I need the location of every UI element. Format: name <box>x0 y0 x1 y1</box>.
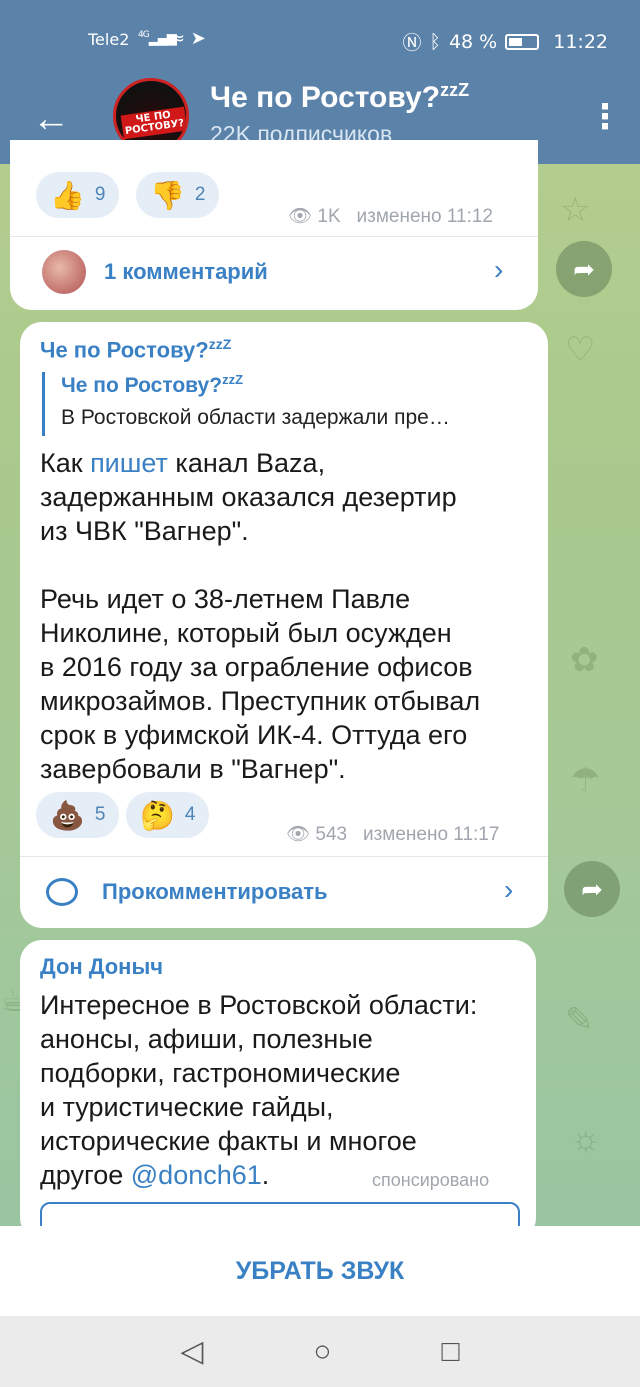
message-bubble-post2: Че по Ростову?zzZ Че по Ростову?zzZ В Ро… <box>20 322 548 928</box>
comment-button[interactable]: Прокомментировать <box>46 870 328 914</box>
reaction-count: 5 <box>94 804 106 825</box>
poop-emoji-icon: 💩 <box>50 799 85 831</box>
wallpaper-doodle: ♡ <box>565 331 596 369</box>
sponsor-name[interactable]: Дон Доныч <box>40 954 163 980</box>
sender-label: Че по Ростову? <box>40 337 209 363</box>
reply-preview: В Ростовской области задержали пре… <box>61 406 450 429</box>
sponsored-bubble: Дон Доныч Интересное в Ростовской област… <box>20 940 536 1242</box>
arrow-left-icon: ← <box>32 98 70 140</box>
sponsored-label: спонсировано <box>372 1170 490 1190</box>
reply-author-suffix: zzZ <box>222 372 244 387</box>
reaction-count: 9 <box>94 184 106 205</box>
thumbs-up-icon: 👍 <box>50 179 85 211</box>
forward-button[interactable]: ➦ <box>564 861 620 917</box>
channel-suffix: zzZ <box>440 80 470 100</box>
reaction-thumbs-up[interactable]: 👍 9 <box>36 172 120 218</box>
forward-icon: ➦ <box>581 873 603 904</box>
reply-author-label: Че по Ростову? <box>61 374 223 397</box>
more-vertical-icon: ⋮ <box>588 98 622 136</box>
reaction-count: 2 <box>194 184 206 205</box>
sender-name[interactable]: Че по Ростову?zzZ <box>40 336 231 363</box>
edited-time: изменено 11:17 <box>362 824 500 845</box>
wallpaper-doodle: ✎ <box>565 1001 594 1039</box>
wallpaper-doodle: ☼ <box>570 1120 602 1158</box>
network-type: 4G <box>138 30 150 40</box>
source-link[interactable]: пишет <box>90 448 168 478</box>
message-bubble-post1: 👍 9 👎 2 👁 1K изменено 11:12 1 комментари… <box>10 140 538 310</box>
bluetooth-icon: ᛒ <box>429 30 441 53</box>
reaction-count: 4 <box>184 804 196 825</box>
comment-label: Прокомментировать <box>102 879 328 904</box>
comment-bubble-icon <box>46 878 78 906</box>
reaction-poop[interactable]: 💩 5 <box>36 792 120 838</box>
avatar-logo-text: ЧЕ ПО РОСТОВУ? <box>120 106 186 140</box>
divider <box>10 236 538 237</box>
sponsored-text: Интересное в Ростовской области: анонсы,… <box>40 988 530 1192</box>
reaction-thumbs-down[interactable]: 👎 2 <box>136 172 220 218</box>
mention-link[interactable]: @donch61 <box>131 1160 262 1190</box>
forwarded-reply[interactable]: Че по Ростову?zzZ В Ростовской области з… <box>42 372 450 436</box>
system-nav-bar: ◁ ○ □ <box>0 1316 640 1387</box>
message-meta: 👁 543 изменено 11:17 <box>286 822 499 846</box>
view-count: 543 <box>315 824 348 845</box>
reaction-thinking[interactable]: 🤔 4 <box>126 792 210 838</box>
comments-link[interactable]: 1 комментарий <box>42 250 268 294</box>
mute-button[interactable]: УБРАТЬ ЗВУК <box>0 1226 640 1316</box>
battery-percent: 48 % <box>448 30 498 53</box>
nav-recent-icon[interactable]: □ <box>442 1335 460 1369</box>
forward-button[interactable]: ➦ <box>556 241 612 297</box>
more-menu-button[interactable]: ⋮ <box>588 94 622 140</box>
view-count: 1K <box>317 206 341 227</box>
clock: 11:22 <box>553 30 608 53</box>
chevron-right-icon: › <box>494 254 504 285</box>
wallpaper-doodle: ☂ <box>570 761 601 799</box>
nav-back-icon[interactable]: ◁ <box>180 1334 203 1369</box>
message-meta: 👁 1K изменено 11:12 <box>288 204 493 228</box>
commenter-avatar <box>42 250 86 294</box>
forward-icon: ➦ <box>573 253 595 284</box>
sender-suffix: zzZ <box>208 336 232 352</box>
battery-icon <box>505 33 540 50</box>
text-part: канал Baza, задержанным оказался дезерти… <box>40 448 481 784</box>
edited-time: изменено 11:12 <box>356 206 494 227</box>
nfc-icon: Ⓝ <box>402 32 422 54</box>
status-right: Ⓝ ᛒ 48 % 11:22 <box>403 28 608 55</box>
divider <box>20 856 548 857</box>
text-part: . <box>261 1160 270 1190</box>
status-bar: Tele2 4G▂▄▆ ≈ ➤ Ⓝ ᛒ 48 % 11:22 <box>0 0 640 78</box>
back-button[interactable]: ← <box>28 96 74 142</box>
eye-icon: 👁 <box>288 206 313 227</box>
eye-icon: 👁 <box>286 824 311 845</box>
text-part: Как <box>40 448 91 478</box>
mute-label: УБРАТЬ ЗВУК <box>235 1256 405 1285</box>
wallpaper-doodle: ☆ <box>560 191 591 229</box>
channel-title[interactable]: Че по Ростову?zzZ <box>210 80 469 115</box>
reply-author: Че по Ростову?zzZ <box>61 372 450 398</box>
thumbs-down-icon: 👎 <box>150 179 185 211</box>
chevron-right-icon: › <box>504 874 514 905</box>
wifi-icon: ≈ ➤ <box>170 28 206 49</box>
carrier-label: Tele2 <box>88 30 130 49</box>
wallpaper-doodle: ✿ <box>570 641 599 679</box>
nav-home-icon[interactable]: ○ <box>313 1335 331 1369</box>
message-text: Как пишет канал Baza, задержанным оказал… <box>40 446 540 786</box>
channel-name: Че по Ростову? <box>210 81 441 114</box>
comments-label: 1 комментарий <box>104 259 268 284</box>
thinking-emoji-icon: 🤔 <box>140 799 175 831</box>
